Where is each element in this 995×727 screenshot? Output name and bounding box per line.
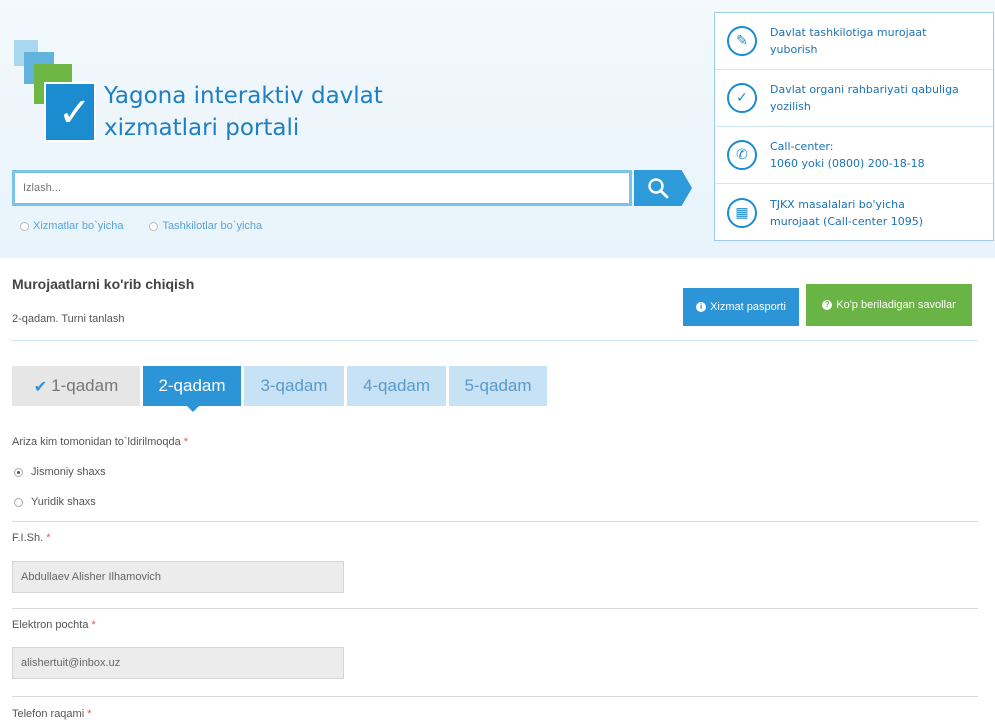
required-mark: * <box>183 436 189 448</box>
radio-individual[interactable]: Jismoniy shaxs <box>14 466 106 478</box>
email-field[interactable] <box>12 647 344 679</box>
filter-organizations-label: Tashkilotlar bo`yicha <box>162 220 263 232</box>
step-tab-2[interactable]: 2-qadam <box>143 366 241 412</box>
filter-services-label: Xizmatlar bo`yicha <box>33 220 124 232</box>
check-circle-icon: ✓ <box>727 83 757 113</box>
email-label: Elektron pochta * <box>12 619 96 631</box>
fio-label-text: F.I.Sh. <box>12 532 44 544</box>
step-tab-label: 2-qadam <box>158 376 226 395</box>
applicant-type-text: Ariza kim tomonidan to`ldirilmoqda <box>12 436 181 448</box>
step-tab-4[interactable]: 4-qadam <box>347 366 446 406</box>
divider <box>12 608 978 609</box>
service-passport-label: Xizmat pasporti <box>710 301 786 313</box>
link-reception-booking[interactable]: ✓ Davlat organi rahbariyati qabuliga yozi… <box>715 70 993 127</box>
step-tab-1[interactable]: ✔ 1-qadam <box>12 366 140 406</box>
faq-button[interactable]: ? Ko'p beriladigan savollar <box>806 284 972 326</box>
brand-line-1: Yagona interaktiv davlat <box>104 83 383 109</box>
link-call-center[interactable]: ✆ Call-center: 1060 yoki (0800) 200-18-18 <box>715 127 993 184</box>
radio-selected-icon <box>14 467 23 477</box>
header: ✓ Yagona interaktiv davlat xizmatlari po… <box>0 0 995 258</box>
fio-label: F.I.Sh. * <box>12 532 51 544</box>
required-mark: * <box>87 708 92 720</box>
step-tab-label: 5-qadam <box>464 376 532 395</box>
check-icon: ✔ <box>33 376 48 396</box>
step-tab-label: 4-qadam <box>362 376 431 395</box>
brand-line-2: xizmatlari portali <box>104 115 300 141</box>
required-mark: * <box>46 532 51 544</box>
radio-icon <box>149 221 159 231</box>
radio-icon <box>20 221 29 231</box>
applicant-type-label: Ariza kim tomonidan to`ldirilmoqda * <box>12 436 188 448</box>
info-icon: i <box>696 302 707 312</box>
link-label: 1060 yoki (0800) 200-18-18 <box>770 157 925 170</box>
radio-legal-entity-label: Yuridik shaxs <box>31 496 96 508</box>
divider <box>12 521 978 522</box>
building-icon: ▦ <box>727 197 757 228</box>
faq-label: Ko'p beriladigan savollar <box>836 299 956 311</box>
phone-label-text: Telefon raqami <box>12 708 85 720</box>
phone-icon: ✆ <box>727 140 757 170</box>
search-input[interactable] <box>12 170 632 206</box>
required-mark: * <box>91 619 96 631</box>
page-title: Murojaatlarni ko'rib chiqish <box>12 276 195 292</box>
search-filter-group: Xizmatlar bo`yicha Tashkilotlar bo`yicha <box>20 220 262 232</box>
quick-links-panel: ✎ Davlat tashkilotiga murojaat yuborish ✓… <box>714 12 994 241</box>
divider <box>12 340 978 341</box>
link-label: Davlat tashkilotiga murojaat <box>770 26 927 39</box>
email-label-text: Elektron pochta <box>12 619 89 631</box>
step-subtitle: 2-qadam. Turni tanlash <box>12 313 125 325</box>
link-label: TJKX masalalari bo'yicha <box>770 197 905 211</box>
step-tab-5[interactable]: 5-qadam <box>449 366 547 406</box>
step-tab-label: 1-qadam <box>51 376 119 395</box>
step-tab-3[interactable]: 3-qadam <box>244 366 344 406</box>
radio-icon <box>14 497 23 507</box>
step-tab-label: 3-qadam <box>260 376 328 395</box>
divider <box>12 696 978 697</box>
link-label: yuborish <box>770 43 818 56</box>
phone-label: Telefon raqami * <box>12 708 92 720</box>
link-label: Davlat organi rahbariyati qabuliga <box>770 83 959 96</box>
service-passport-button[interactable]: i Xizmat pasporti <box>683 288 799 326</box>
step-tabs: ✔ 1-qadam 2-qadam 3-qadam 4-qadam 5-qada… <box>12 366 550 412</box>
question-icon: ? <box>822 300 833 310</box>
portal-logo[interactable]: ✓ <box>14 40 96 160</box>
check-icon: ✓ <box>58 90 92 136</box>
radio-individual-label: Jismoniy shaxs <box>31 466 106 478</box>
fio-field[interactable] <box>12 561 344 593</box>
link-tjkx-appeal[interactable]: ▦ TJKX masalalari bo'yicha murojaat (Call… <box>715 184 993 241</box>
link-label: Call-center: <box>770 140 834 153</box>
edit-icon: ✎ <box>727 26 757 56</box>
search-bar <box>12 170 692 208</box>
link-label: yozilish <box>770 100 811 113</box>
portal-brand-title[interactable]: Yagona interaktiv davlat xizmatlari port… <box>104 80 383 144</box>
link-label: murojaat (Call-center 1095) <box>770 214 924 228</box>
link-send-appeal[interactable]: ✎ Davlat tashkilotiga murojaat yuborish <box>715 13 993 70</box>
search-icon <box>648 178 669 199</box>
search-button[interactable] <box>634 170 692 206</box>
radio-legal-entity[interactable]: Yuridik shaxs <box>14 496 96 508</box>
filter-services[interactable]: Xizmatlar bo`yicha <box>20 220 123 232</box>
filter-organizations[interactable]: Tashkilotlar bo`yicha <box>149 220 262 232</box>
